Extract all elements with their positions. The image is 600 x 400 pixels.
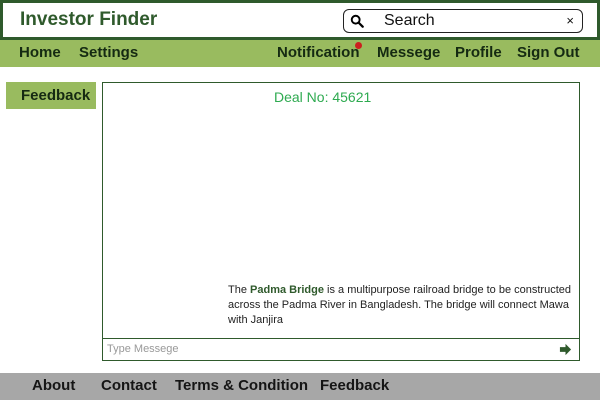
search-input[interactable] [384,11,554,31]
nav-profile[interactable]: Profile [455,44,502,61]
search-icon [350,14,364,28]
message-highlight: Padma Bridge [250,284,324,296]
send-arrow-icon[interactable] [559,343,572,356]
chat-message: The Padma Bridge is a multipurpose railr… [228,283,573,328]
search-box[interactable]: × [343,9,583,33]
chat-panel: Deal No: 45621 The Padma Bridge is a mul… [102,82,580,361]
message-composer [103,338,579,360]
app-title: Investor Finder [20,9,158,30]
nav-notification[interactable]: Notification [277,44,360,61]
nav-home[interactable]: Home [19,44,61,61]
clear-icon[interactable]: × [566,13,574,28]
footer-link-about[interactable]: About [32,377,75,394]
nav-sign-out[interactable]: Sign Out [517,44,580,61]
footer-link-terms[interactable]: Terms & Condition [175,377,308,394]
footer-link-contact[interactable]: Contact [101,377,157,394]
main-navbar: Home Settings Notification Messege Profi… [0,40,600,67]
app-header: Investor Finder × [0,0,600,40]
message-prefix: The [228,284,251,296]
nav-messege[interactable]: Messege [377,44,440,61]
notification-badge [355,42,362,49]
feedback-button[interactable]: Feedback [6,82,96,109]
app-footer: About Contact Terms & Condition Feedback [0,373,600,400]
nav-settings[interactable]: Settings [79,44,138,61]
footer-link-feedback[interactable]: Feedback [320,377,389,394]
message-input[interactable] [107,341,547,357]
deal-number: Deal No: 45621 [274,89,372,105]
